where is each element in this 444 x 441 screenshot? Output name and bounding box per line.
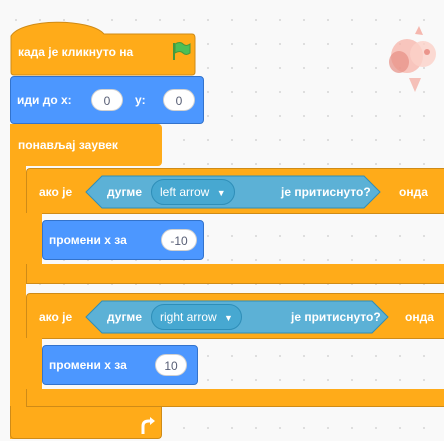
when-flag-clicked-block[interactable]: када је кликнуто на	[10, 16, 196, 76]
goto-label: иди до x:	[17, 93, 72, 107]
if-block-right-bottom	[26, 389, 444, 407]
pressed-label: је притиснуто?	[281, 185, 371, 199]
if-block-left-bottom	[26, 264, 444, 284]
key-pressed-label: дугме	[107, 185, 142, 199]
change-x-label: промени x за	[49, 233, 127, 247]
if-block-left-arm	[26, 213, 42, 265]
if-label: ако је	[39, 185, 73, 199]
change-x-block-right[interactable]: промени x за 10	[42, 345, 198, 385]
pressed-label: је притиснуто?	[291, 310, 381, 324]
y-label: y:	[135, 93, 146, 107]
if-block-right[interactable]: ако је дугме right arrow ▼ је притиснуто…	[26, 293, 444, 339]
if-block-left[interactable]: ако је дугме left arrow ▼ је притиснуто?…	[26, 168, 444, 214]
forever-bottom-arm	[10, 406, 162, 439]
change-x-input[interactable]: 10	[155, 354, 187, 376]
chevron-down-icon: ▼	[216, 188, 226, 198]
go-to-xy-block[interactable]: иди до x: 0 y: 0	[10, 76, 204, 124]
chevron-down-icon: ▼	[224, 313, 233, 323]
key-pressed-label: дугме	[107, 310, 142, 324]
if-block-right-arm	[26, 338, 42, 390]
green-flag-icon	[170, 40, 192, 67]
key-dropdown[interactable]: right arrow ▼	[151, 304, 242, 330]
y-input[interactable]: 0	[163, 89, 195, 111]
then-label: онда	[405, 310, 434, 324]
x-input[interactable]: 0	[91, 89, 123, 111]
key-dropdown-value: right arrow	[160, 310, 217, 324]
loop-arrow-icon	[139, 416, 157, 441]
sprite-thumbnail	[385, 26, 439, 98]
then-label: онда	[399, 185, 428, 199]
key-pressed-sensing-block[interactable]: дугме left arrow ▼ је притиснуто?	[85, 175, 381, 209]
hat-label: када је кликнуто на	[18, 45, 134, 59]
change-x-label: промени x за	[49, 358, 127, 372]
key-dropdown-value: left arrow	[160, 185, 210, 199]
forever-label: понављај заувек	[18, 138, 118, 152]
change-x-block-left[interactable]: промени x за -10	[42, 220, 204, 260]
if-label: ако је	[39, 310, 73, 324]
key-dropdown[interactable]: left arrow ▼	[151, 179, 235, 205]
change-x-input[interactable]: -10	[161, 229, 197, 251]
key-pressed-sensing-block[interactable]: дугме right arrow ▼ је притиснуто?	[85, 300, 389, 334]
